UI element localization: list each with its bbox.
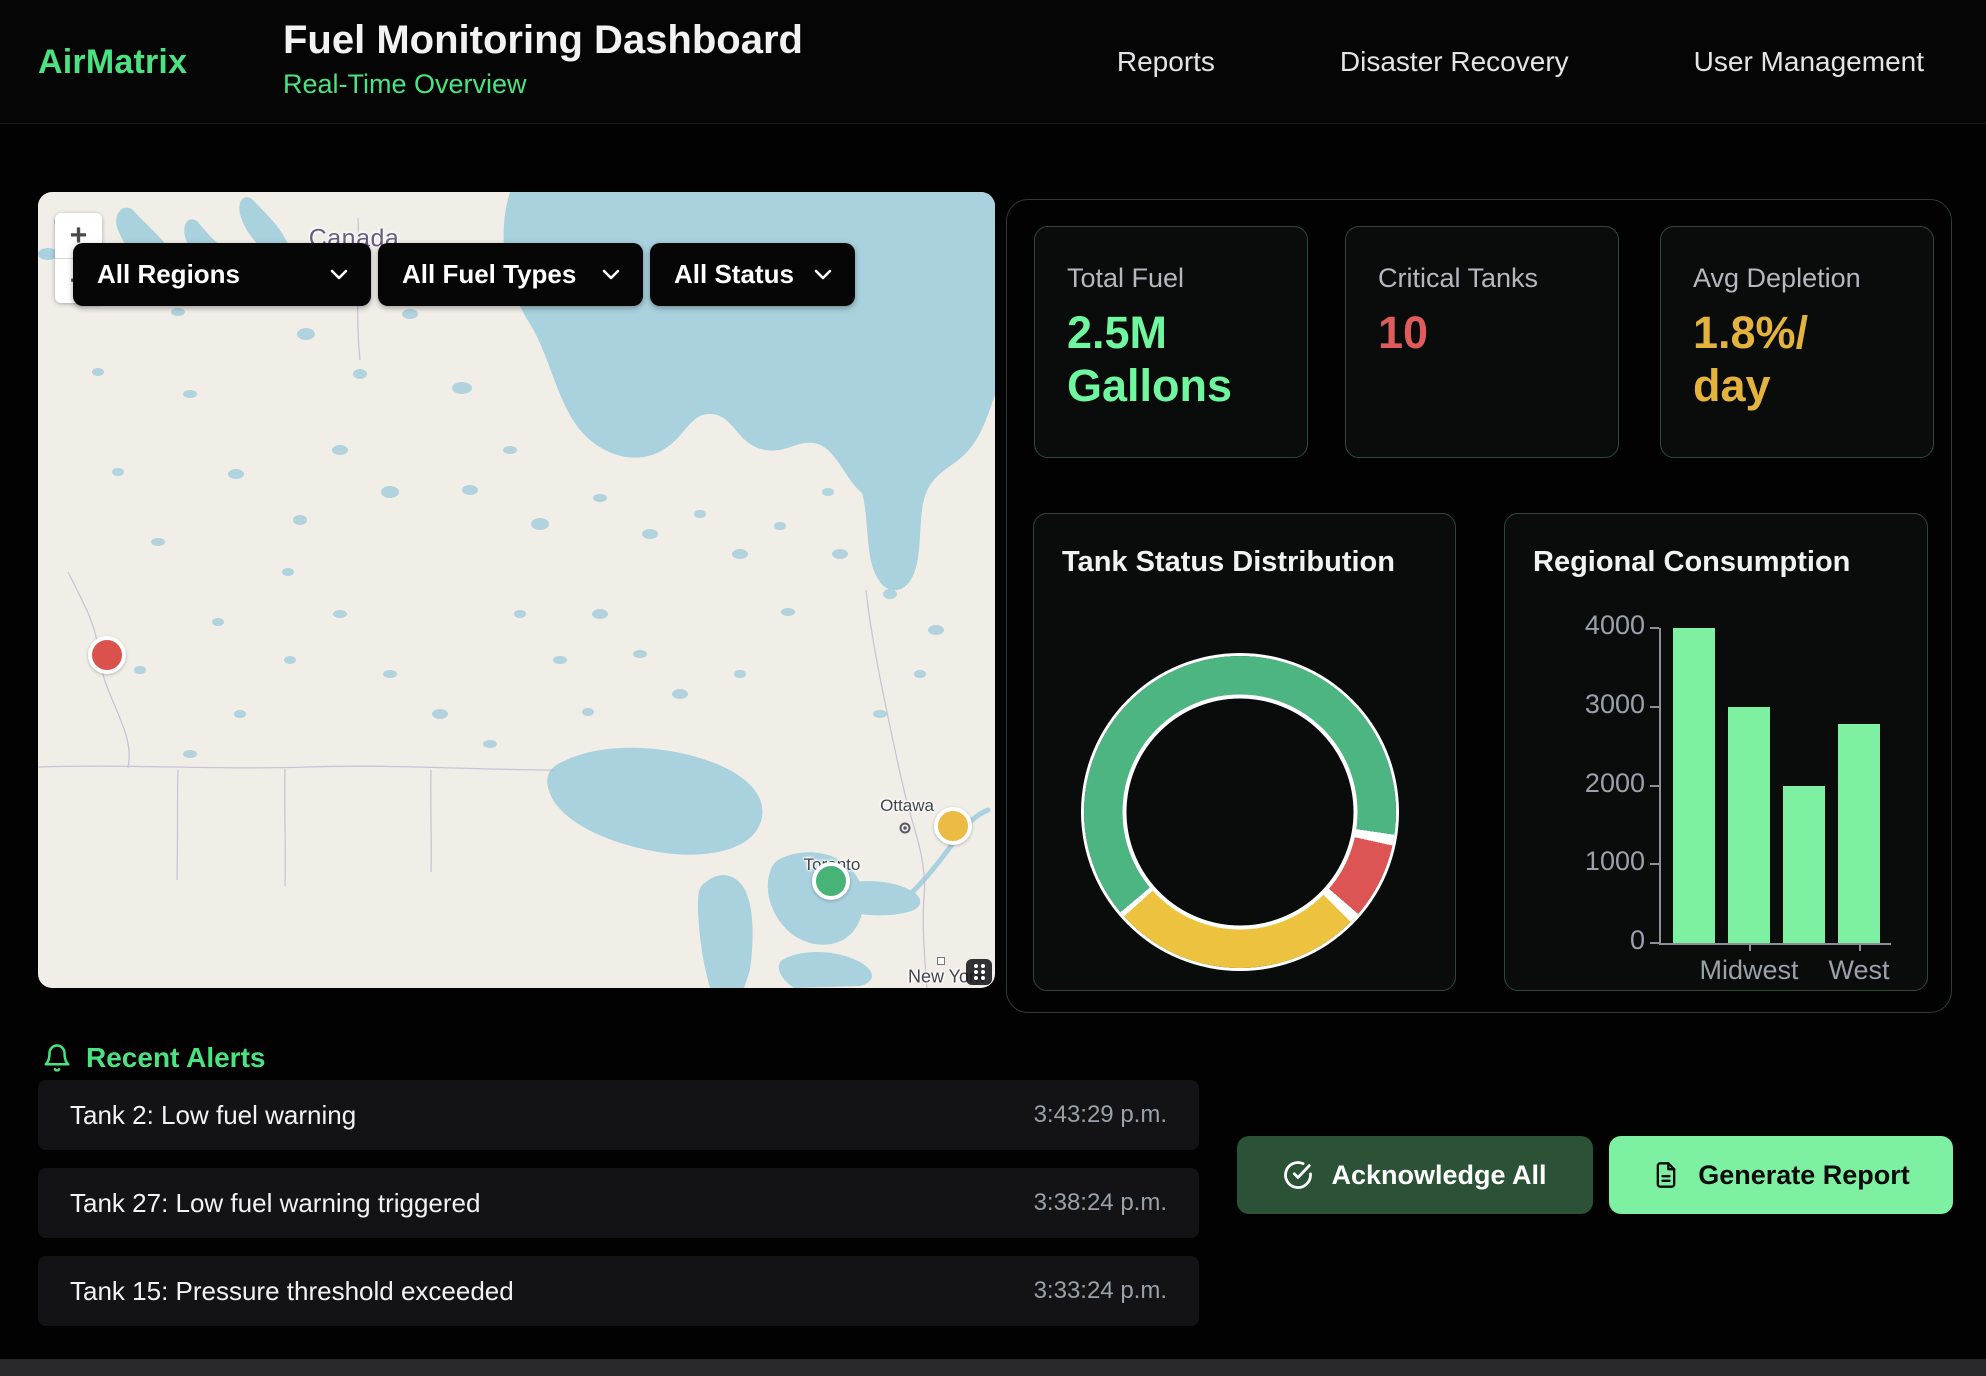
bottom-scrollbar[interactable] bbox=[0, 1359, 1986, 1376]
y-tick-mark bbox=[1650, 627, 1659, 629]
stat-label: Critical Tanks bbox=[1378, 263, 1588, 294]
acknowledge-all-label: Acknowledge All bbox=[1331, 1160, 1546, 1191]
y-tick-label: 1000 bbox=[1585, 846, 1645, 877]
fuel-type-filter-value: All Fuel Types bbox=[402, 259, 576, 290]
map-tank-marker-2[interactable] bbox=[812, 862, 850, 900]
alert-text: Tank 2: Low fuel warning bbox=[70, 1100, 356, 1131]
page-title: Fuel Monitoring Dashboard bbox=[283, 16, 803, 64]
bar-column: West bbox=[1838, 628, 1880, 943]
bar-3[interactable] bbox=[1838, 724, 1880, 943]
check-circle-icon bbox=[1283, 1160, 1313, 1190]
stat-card-avg-depletion: Avg Depletion 1.8%/ day bbox=[1660, 226, 1934, 458]
chevron-down-icon bbox=[329, 268, 349, 281]
chevron-down-icon bbox=[813, 268, 833, 281]
y-tick-mark bbox=[1650, 942, 1659, 944]
stat-value: 1.8%/ day bbox=[1693, 306, 1903, 412]
stat-label: Avg Depletion bbox=[1693, 263, 1903, 294]
region-filter-dropdown[interactable]: All Regions bbox=[73, 243, 371, 306]
bar-column bbox=[1673, 628, 1715, 943]
bar-chart-title: Regional Consumption bbox=[1533, 546, 1850, 579]
y-tick-label: 2000 bbox=[1585, 768, 1645, 799]
stat-card-critical-tanks: Critical Tanks 10 bbox=[1345, 226, 1619, 458]
y-tick-label: 0 bbox=[1630, 925, 1645, 956]
map-resize-handle[interactable] bbox=[966, 959, 992, 985]
app-logo[interactable]: AirMatrix bbox=[38, 0, 187, 124]
alert-text: Tank 27: Low fuel warning triggered bbox=[70, 1188, 480, 1219]
map-tank-marker-1[interactable] bbox=[934, 807, 972, 845]
y-tick-label: 3000 bbox=[1585, 689, 1645, 720]
generate-report-label: Generate Report bbox=[1698, 1160, 1910, 1191]
header: AirMatrix Fuel Monitoring Dashboard Real… bbox=[0, 0, 1986, 124]
bar-0[interactable] bbox=[1673, 628, 1715, 943]
page-subtitle: Real-Time Overview bbox=[283, 69, 803, 100]
status-filter-dropdown[interactable]: All Status bbox=[650, 243, 855, 306]
nav-user-management[interactable]: User Management bbox=[1694, 46, 1924, 78]
alert-time: 3:33:24 p.m. bbox=[1034, 1277, 1167, 1305]
donut-hole bbox=[1123, 695, 1358, 930]
chevron-down-icon bbox=[601, 268, 621, 281]
stat-card-total-fuel: Total Fuel 2.5M Gallons bbox=[1034, 226, 1308, 458]
alert-time: 3:38:24 p.m. bbox=[1034, 1189, 1167, 1217]
main-nav: Reports Disaster Recovery User Managemen… bbox=[1117, 0, 1924, 124]
x-tick-label: Midwest bbox=[1699, 955, 1798, 986]
stat-label: Total Fuel bbox=[1067, 263, 1277, 294]
nav-reports[interactable]: Reports bbox=[1117, 46, 1215, 78]
fuel-type-filter-dropdown[interactable]: All Fuel Types bbox=[378, 243, 643, 306]
alert-row[interactable]: Tank 2: Low fuel warning 3:43:29 p.m. bbox=[38, 1080, 1199, 1150]
bell-icon bbox=[42, 1043, 72, 1073]
bar-plot: 01000200030004000MidwestWest bbox=[1659, 628, 1891, 945]
alert-time: 3:43:29 p.m. bbox=[1034, 1101, 1167, 1129]
tank-status-card: Tank Status Distribution bbox=[1033, 513, 1456, 991]
alert-text: Tank 15: Pressure threshold exceeded bbox=[70, 1276, 514, 1307]
document-icon bbox=[1652, 1161, 1680, 1189]
x-tick-mark bbox=[1749, 943, 1751, 951]
bars-group: Midwest West bbox=[1661, 628, 1891, 943]
drag-dots-icon bbox=[974, 964, 978, 968]
title-block: Fuel Monitoring Dashboard Real-Time Over… bbox=[283, 16, 803, 100]
region-filter-value: All Regions bbox=[97, 259, 240, 290]
bar-2[interactable] bbox=[1783, 786, 1825, 944]
status-filter-value: All Status bbox=[674, 259, 794, 290]
nav-disaster-recovery[interactable]: Disaster Recovery bbox=[1340, 46, 1569, 78]
donut-chart[interactable] bbox=[1084, 656, 1396, 968]
map-canvas[interactable]: Canada Ottawa Toronto New York + − All R… bbox=[38, 192, 995, 988]
x-tick-mark bbox=[1859, 943, 1861, 951]
alerts-section-title: Recent Alerts bbox=[86, 1042, 265, 1074]
y-tick-mark bbox=[1650, 706, 1659, 708]
metrics-panel: Total Fuel 2.5M Gallons Critical Tanks 1… bbox=[1006, 199, 1952, 1013]
y-tick-mark bbox=[1650, 785, 1659, 787]
x-tick-label: West bbox=[1828, 955, 1889, 986]
fuel-monitoring-dashboard: AirMatrix Fuel Monitoring Dashboard Real… bbox=[0, 0, 1986, 1376]
bar-column bbox=[1783, 628, 1825, 943]
generate-report-button[interactable]: Generate Report bbox=[1609, 1136, 1953, 1214]
map-tank-marker-0[interactable] bbox=[88, 636, 126, 674]
alert-row[interactable]: Tank 15: Pressure threshold exceeded 3:3… bbox=[38, 1256, 1199, 1326]
bar-column: Midwest bbox=[1728, 628, 1770, 943]
ottawa-town-icon bbox=[900, 823, 911, 834]
alert-row[interactable]: Tank 27: Low fuel warning triggered 3:38… bbox=[38, 1168, 1199, 1238]
stat-value: 2.5M Gallons bbox=[1067, 306, 1277, 412]
donut-chart-title: Tank Status Distribution bbox=[1062, 546, 1395, 579]
acknowledge-all-button[interactable]: Acknowledge All bbox=[1237, 1136, 1593, 1214]
stat-value: 10 bbox=[1378, 306, 1588, 359]
y-tick-mark bbox=[1650, 863, 1659, 865]
regional-consumption-card: Regional Consumption 0 1000 2000 3000 4000 Mi… bbox=[1504, 513, 1928, 991]
map-label-ottawa: Ottawa bbox=[880, 796, 934, 816]
new-york-town-icon bbox=[937, 957, 945, 965]
alerts-header: Recent Alerts bbox=[42, 1042, 265, 1074]
y-tick-label: 4000 bbox=[1585, 610, 1645, 641]
bar-1[interactable] bbox=[1728, 707, 1770, 943]
